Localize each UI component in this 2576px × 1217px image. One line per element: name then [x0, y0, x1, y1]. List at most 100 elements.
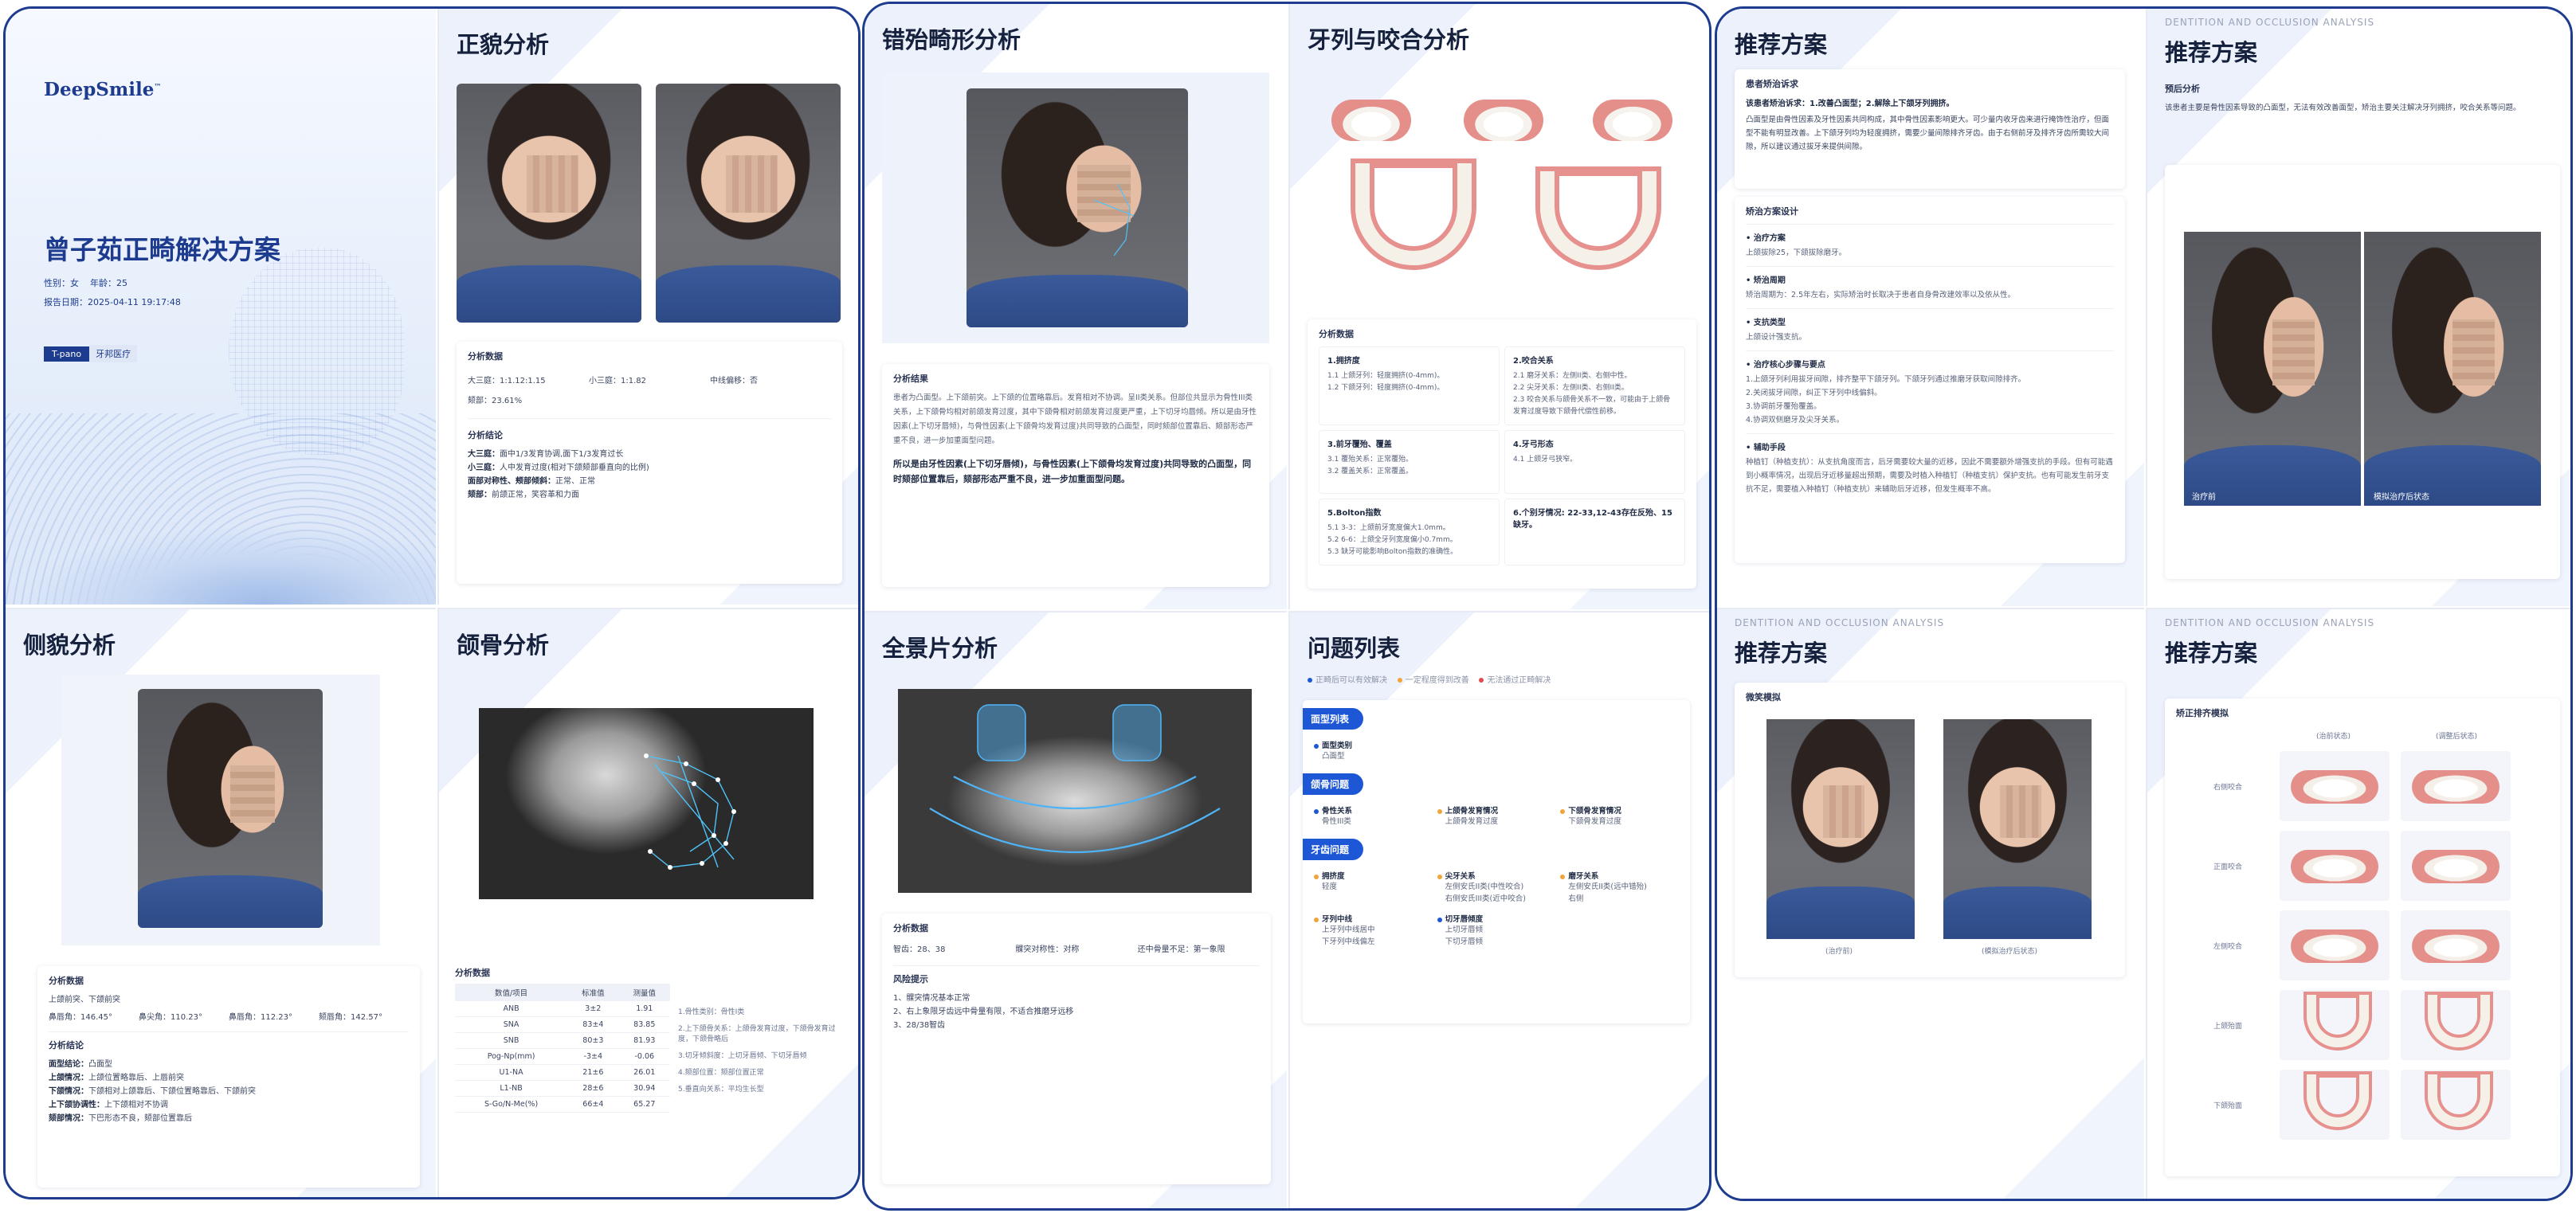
patient-info: 性别：女 年龄：25 — [44, 276, 127, 289]
cover-page: DeepSmile™ 曾子茹正畸解决方案 性别：女 年龄：25 报告日期：202… — [6, 9, 436, 605]
dentition-analysis-card: 分析数据 1.拥挤度 1.1 上颌牙列：轻度拥挤(0-4mm)。 1.2 下颌牙列：… — [1308, 319, 1696, 589]
note: 2.上下颌骨关系：上颌骨发育过度，下颌骨发育过度，下颌骨略后 — [678, 1025, 836, 1043]
plan-section: • 矫治周期矫治周期为：2.5年左右，实际矫治时长取决于患者自身骨改建效率以及依… — [1746, 266, 2114, 308]
alignment-row: 右侧咬合 — [2176, 746, 2551, 826]
dentition-box-line: 2.2 尖牙关系：左侧II类、右侧II类。 — [1513, 384, 1629, 392]
dentition-box-heading: 5.Bolton指数 — [1327, 509, 1382, 518]
status-dot — [1437, 917, 1442, 922]
lateral-analysis-card: 分析数据 上颌前突、下颌前突 鼻唇角：146.45° 鼻尖角：110.23° 鼻唇角… — [37, 966, 420, 1188]
problem-list-page: 问题列表 正畸后可以有效解决 一定程度得到改善 无法通过正畸解决 面型列表 面型类… — [1288, 611, 1709, 1208]
plan-section-text: 上颌拔除25，下颌拔除磨牙。 — [1746, 248, 1847, 257]
dentition-box-line: 3.1 覆殆关系：正常覆殆。 — [1327, 456, 1413, 464]
problem-item-value: 上牙列中线居中 下牙列中线偏左 — [1322, 925, 1375, 946]
lateral-analysis-page: 侧貌分析 分析数据 上颌前突、下颌前突 鼻唇角：146.45° 鼻尖角：110.2… — [6, 608, 436, 1197]
dentition-box-heading: 1.拥挤度 — [1327, 357, 1360, 366]
table-cell: SNA — [455, 1016, 568, 1033]
risk-item: 3、28/38智齿 — [893, 1021, 946, 1030]
conclusion-line: 下颌情况：下颌相对上颌靠后、下颌位置略靠后、下颌前突 — [49, 1087, 256, 1096]
problem-list-card: 面型列表 面型类别 凸面型 颌骨问题 骨性关系 骨性III类 上颌骨发育情况 上颌骨发育过度下… — [1303, 700, 1690, 1023]
status-dot — [1560, 874, 1566, 879]
alignment-before-model — [2280, 831, 2390, 901]
col-after: (调整后状态) — [2436, 733, 2478, 741]
card-title: 分析结果 — [893, 374, 928, 384]
data-item: 智齿：28、38 — [893, 945, 946, 954]
problem-item-heading: 磨牙关系 — [1560, 870, 1679, 881]
table-cell: 26.01 — [618, 1064, 670, 1081]
card-title: 分析数据 — [893, 923, 928, 933]
note: 3.切牙倾斜度：上切牙唇倾、下切牙唇倾 — [678, 1052, 807, 1060]
conclusion-line: 上下颌协调性：上下颌相对不协调 — [49, 1101, 168, 1109]
problem-section-pill: 牙齿问题 — [1303, 839, 1364, 860]
problem-section: 颌骨问题 骨性关系 骨性III类 上颌骨发育情况 上颌骨发育过度 下颌骨发育情况 下颌骨发育… — [1303, 773, 1690, 828]
card-subtitle: 分析结论 — [468, 430, 503, 440]
plan-section-heading: • 矫治周期 — [1746, 276, 1786, 285]
pano-items: 智齿：28、38 髁突对称性：对称 还中骨量不足：第一象限 — [893, 942, 1260, 954]
problem-item-value: 骨性III类 — [1322, 817, 1351, 826]
lateral-photo — [138, 689, 323, 928]
frontal-data-items: 大三庭：1:1.12:1.15 小三庭：1:1.82 中线偏移：否 颏部：23.… — [468, 374, 831, 405]
malocclusion-result-card: 分析结果 患者为凸面型。上下颌前突。上下颌的位置略靠后。发育相对不协调。呈II类… — [882, 364, 1269, 587]
problem-item: 牙列中线 上牙列中线居中 下牙列中线偏左 — [1314, 913, 1433, 948]
problem-item: 下颌骨发育情况 下颌骨发育过度 — [1560, 804, 1679, 828]
table-cell: ANB — [455, 1001, 568, 1017]
table-cell: 66±4 — [567, 1096, 619, 1113]
card-title: 分析数据 — [1319, 329, 1354, 339]
problem-item: 面型类别 凸面型 — [1314, 739, 1433, 762]
dentition-occlusion-page: 牙列与咬合分析 分析数据 1.拥挤度 1.1 上颌牙列：轻度拥挤(0-4mm)。 1… — [1288, 4, 1709, 609]
dentition-box-line: 5.1 3-3：上颌前牙宽度偏大1.0mm。 — [1327, 524, 1450, 532]
panel-group-3: 推荐方案 患者矫治诉求 该患者矫治诉求：1.改善凸面型；2.解除上下颌牙列拥挤。… — [1715, 6, 2573, 1201]
plan-section-heading: • 支抗类型 — [1746, 319, 1786, 327]
demand-bold: 该患者矫治诉求：1.改善凸面型；2.解除上下颌牙列拥挤。 — [1746, 100, 1955, 108]
table-cell: 65.27 — [618, 1096, 670, 1113]
ceph-table-row: L1-NB 28±6 30.94 — [455, 1080, 670, 1097]
ceph-notes: 1.骨性类别：骨性I类 2.上下颌骨关系：上颌骨发育过度，下颌骨发育过度，下颌骨… — [678, 1006, 837, 1094]
page-title: 推荐方案 — [1735, 640, 1828, 667]
data-item: 髁突对称性：对称 — [1015, 945, 1080, 954]
plan-section-text: 矫治周期为：2.5年左右，实际矫治时长取决于患者自身骨改建效率以及依从性。 — [1746, 291, 2016, 299]
alignment-row: 正面咬合 — [2176, 826, 2551, 906]
ceph-table-row: ANB 3±2 1.91 — [455, 1001, 670, 1017]
problem-item: 尖牙关系 左侧安氏II类(中性咬合) 右侧安氏III类(近中咬合) — [1437, 870, 1556, 905]
card-title: 微笑模拟 — [1746, 692, 1781, 702]
jaw-analysis-page: 颌骨分析 分析数据 数值/项目 标准值 测量值 ANB 3±2 1.91 SNA… — [437, 608, 858, 1197]
table-cell: -3±4 — [567, 1048, 619, 1065]
table-cell: 3±2 — [567, 1001, 619, 1017]
upper-arch-model — [1355, 163, 1472, 265]
status-dot — [1314, 808, 1319, 814]
right-occlusion-model — [1331, 100, 1411, 141]
data-item: 中线偏移：否 — [710, 377, 758, 385]
alignment-row-label: 右侧咬合 — [2213, 783, 2242, 792]
malocclusion-page: 错殆畸形分析 分析结果 患者为凸面型。上下颌前突。上下颌的位置略靠后。发育相对不… — [865, 4, 1287, 609]
prognosis-block: 预后分析 该患者主要是骨性因素导致的凸面型，无法有效改善面型，矫治主要关注解决牙… — [2165, 82, 2563, 115]
table-cell: 83±4 — [567, 1016, 619, 1033]
problem-section-pill: 颌骨问题 — [1303, 773, 1364, 795]
problem-item-value: 上颌骨发育过度 — [1445, 817, 1499, 826]
status-dot — [1437, 874, 1442, 879]
plan-section-text: 1.上颌牙列利用拔牙间隙，排齐整平下颌牙列。下颌牙列通过推磨牙获取间隙排齐。 2… — [1746, 375, 2026, 425]
page-subhead: DENTITION AND OCCLUSION ANALYSIS — [2165, 617, 2375, 628]
panoramic-xray — [898, 689, 1252, 893]
panel-group-2: 错殆畸形分析 分析结果 患者为凸面型。上下颌前突。上下颌的位置略靠后。发育相对不… — [862, 2, 1711, 1211]
table-cell: 30.94 — [618, 1080, 670, 1097]
data-item: 还中骨量不足：第一象限 — [1137, 945, 1225, 954]
alignment-row-label: 上颌殆面 — [2213, 1022, 2242, 1031]
page-subhead: DENTITION AND OCCLUSION ANALYSIS — [1735, 617, 1945, 628]
dentition-box: 5.Bolton指数 5.1 3-3：上颌前牙宽度偏大1.0mm。 5.2 6-6：… — [1319, 499, 1500, 565]
brand-tag: T-pano 牙邦医疗 — [44, 345, 138, 362]
problem-item-heading: 拥挤度 — [1314, 870, 1433, 881]
problem-item: 切牙唇倾度 上切牙唇倾 下切牙唇倾 — [1437, 913, 1556, 948]
problem-item-value: 轻度 — [1322, 882, 1338, 891]
page-title: 颌骨分析 — [457, 632, 550, 659]
problem-item: 磨牙关系 左侧安氏II类(远中错殆) 右侧 — [1560, 870, 1679, 905]
panoramic-data-card: 分析数据 智齿：28、38 髁突对称性：对称 还中骨量不足：第一象限 风险提示 1、… — [882, 914, 1271, 1184]
dentition-grid: 1.拥挤度 1.1 上颌牙列：轻度拥挤(0-4mm)。 1.2 下颌牙列：轻度拥挤(… — [1319, 346, 1685, 565]
alignment-row: 上颌殆面 — [2176, 985, 2551, 1065]
alignment-row-label: 左侧咬合 — [2213, 942, 2242, 951]
plan-design-card: 矫治方案设计 • 治疗方案 上颌拔除25，下颌拔除磨牙。 • 矫治周期 矫治周期为：2… — [1735, 197, 2125, 563]
alignment-row: 左侧咬合 — [2176, 906, 2551, 985]
table-cell: Pog-Np(mm) — [455, 1048, 568, 1065]
gender: 性别：女 — [44, 278, 79, 288]
plan-section-heading: • 治疗核心步骤与要点 — [1746, 361, 1825, 370]
table-cell: SNB — [455, 1032, 568, 1049]
table-cell: L1-NB — [455, 1080, 568, 1097]
